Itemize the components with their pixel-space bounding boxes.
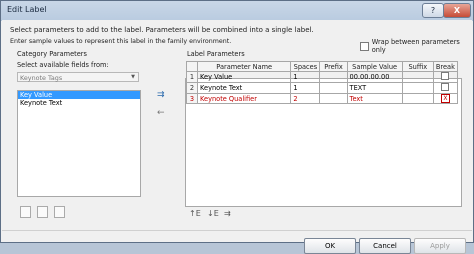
parameter-name-cell[interactable]: Keynote Qualifier [197, 93, 292, 104]
delete-parameter-icon[interactable] [54, 206, 65, 218]
suffix-cell[interactable] [401, 71, 434, 83]
spaces-cell[interactable]: 2 [290, 93, 321, 104]
wrap-checkbox[interactable] [360, 41, 369, 51]
ok-button[interactable]: OK [304, 238, 356, 254]
move-down-button[interactable]: ↓E [207, 209, 219, 218]
column-header: Spaces [290, 61, 321, 72]
prefix-cell[interactable] [319, 82, 348, 94]
break-cell[interactable] [432, 82, 459, 94]
category-parameters-title: Category Parameters [17, 50, 87, 58]
edit-parameter-icon[interactable] [37, 206, 48, 218]
prefix-cell[interactable] [319, 93, 348, 104]
sample-value-cell[interactable]: 00.00.00.00 [346, 71, 403, 83]
instruction-line-1: Select parameters to add to the label. P… [10, 26, 314, 34]
help-icon: ? [430, 6, 436, 15]
column-header: Parameter Name [197, 61, 292, 72]
parameter-name-cell[interactable]: Keynote Text [197, 82, 292, 94]
list-item[interactable]: Key Value [18, 91, 140, 99]
table-row[interactable]: 1 Key Value 1 00.00.00.00 [185, 71, 459, 83]
label-parameters-table: Parameter Name Spaces Prefix Sample Valu… [185, 61, 459, 104]
break-checked-icon[interactable]: X [440, 94, 450, 103]
window-title: Edit Label [7, 5, 47, 14]
footer-divider [2, 230, 472, 231]
help-button[interactable]: ? [422, 3, 444, 18]
edit-icon: ⇉ [224, 209, 231, 218]
prefix-cell[interactable] [319, 71, 348, 83]
parameter-name-cell[interactable]: Key Value [197, 71, 292, 83]
add-parameter-button[interactable]: ⇉ [157, 90, 165, 100]
cancel-button[interactable]: Cancel [359, 238, 411, 254]
table-header-row: Parameter Name Spaces Prefix Sample Valu… [185, 61, 459, 72]
move-down-icon: ↓E [207, 209, 219, 218]
new-parameter-icon[interactable] [20, 206, 31, 218]
list-item[interactable]: Keynote Text [18, 99, 140, 107]
row-number: 1 [185, 71, 199, 83]
move-up-button[interactable]: ↑E [189, 209, 201, 218]
sample-value-cell[interactable]: TEXT [346, 82, 403, 94]
column-header: Suffix [401, 61, 434, 72]
wrap-option[interactable]: Wrap between parameters only [360, 38, 472, 54]
column-header [185, 61, 199, 72]
dialog-body: Select parameters to add to the label. P… [2, 20, 472, 254]
close-icon: X [453, 6, 461, 15]
remove-parameter-button[interactable]: ← [157, 108, 165, 118]
category-combo-value: Keynote Tags [20, 74, 63, 82]
remove-arrow-icon: ← [157, 108, 165, 118]
table-row[interactable]: 3 Keynote Qualifier 2 Text X [185, 93, 459, 104]
label-parameters-title: Label Parameters [187, 50, 245, 58]
edit-label-button[interactable]: ⇉ [224, 209, 231, 218]
select-fields-label: Select available fields from: [17, 61, 109, 69]
column-header: Prefix [319, 61, 348, 72]
chevron-down-icon[interactable]: ▼ [129, 73, 137, 81]
column-header: Sample Value [346, 61, 403, 72]
available-fields-list[interactable]: Key Value Keynote Text [17, 90, 141, 197]
break-checkbox[interactable] [441, 72, 450, 80]
title-bar: Edit Label ? X [1, 1, 473, 19]
row-number: 3 [185, 93, 199, 104]
close-button[interactable]: X [443, 3, 471, 18]
category-combo[interactable]: Keynote Tags ▼ [17, 72, 139, 82]
column-header: Break [432, 61, 459, 72]
table-row[interactable]: 2 Keynote Text 1 TEXT [185, 82, 459, 94]
move-up-icon: ↑E [189, 209, 201, 218]
instruction-line-2: Enter sample values to represent this la… [10, 38, 232, 45]
sample-value-cell[interactable]: Text [346, 93, 403, 104]
edit-label-dialog: Edit Label ? X Select parameters to add … [0, 0, 474, 254]
add-arrow-icon: ⇉ [157, 90, 165, 100]
spaces-cell[interactable]: 1 [290, 82, 321, 94]
wrap-label: Wrap between parameters only [371, 38, 460, 54]
suffix-cell[interactable] [401, 93, 434, 104]
apply-button[interactable]: Apply [414, 238, 466, 254]
spaces-cell[interactable]: 1 [290, 71, 321, 83]
break-cell[interactable] [432, 71, 459, 83]
suffix-cell[interactable] [401, 82, 434, 94]
break-cell[interactable]: X [432, 93, 459, 104]
break-checkbox[interactable] [441, 83, 450, 91]
row-number: 2 [185, 82, 199, 94]
